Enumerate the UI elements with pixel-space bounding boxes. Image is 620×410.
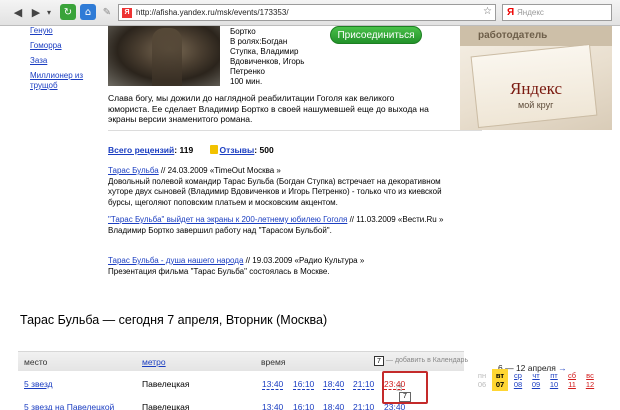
otzyvy-count: : 500 [254,145,274,155]
day-tue-today: вт 07 [492,369,508,391]
hand-cursor-icon: ☝ [396,381,403,394]
add-to-calendar-link[interactable]: — добавить в Календарь [386,357,468,364]
day-name: вт [495,371,505,380]
search-input[interactable]: Я Яндекс [502,4,612,21]
sidebar-item-gomorra[interactable]: Гоморра [30,41,105,51]
meta-line: 100 мин. [230,77,263,86]
meta-line: В ролях:Богдан [230,37,288,46]
column-metro[interactable]: метро [142,357,166,367]
join-button[interactable]: Присоединиться [330,26,422,44]
yandex-ad-banner[interactable]: работодатель Яндекс мой круг [460,26,612,130]
review-source: // 24.03.2009 «TimeOut Москва » [158,166,281,175]
yandex-search-logo: Я [507,7,515,18]
day-number: 08 [513,380,523,389]
pen-icon[interactable]: ✎ [99,4,115,20]
review-source: // 19.03.2009 «Радио Культура » [243,256,365,265]
review-link[interactable]: Тарас Бульба [108,166,159,175]
day-fri[interactable]: пт 10 [546,371,562,389]
review-text: Презентация фильма "Тарас Бульба" состоя… [108,266,330,276]
star-icon[interactable]: ☆ [483,6,492,17]
movie-description: Слава богу, мы дожили до наглядной реаби… [108,93,429,124]
day-number: 10 [549,380,559,389]
day-mon: пн 06 [474,371,490,389]
all-reviews-link[interactable]: Всего рецензий [108,145,174,155]
address-bar[interactable]: Я http://afisha.yandex.ru/msk/events/173… [118,4,496,21]
review-item: Тарас Бульба // 24.03.2009 «TimeOut Моск… [108,166,448,208]
meta-line: Бортко [230,27,256,36]
cinema-link[interactable]: 5 звезд на Павелецкой [24,402,114,410]
meta-line: Петренко [230,67,265,76]
sidebar-item-genuya[interactable]: Геную [30,26,105,36]
reviews-count: : 119 [174,145,194,155]
showtime-link[interactable]: 16:10 [293,379,315,390]
cinema-link[interactable]: 5 звезд [24,379,53,389]
sidebar-item-zaza[interactable]: Заза [30,56,105,66]
review-item: "Тарас Бульба" выйдет на экраны к 200-ле… [108,215,448,236]
search-placeholder: Яндекс [517,8,544,17]
dropdown-icon[interactable]: ▾ [44,4,54,20]
url-text[interactable]: http://afisha.yandex.ru/msk/events/17335… [136,8,289,17]
meta-line: Вдовиченков, Игорь [230,57,305,66]
day-sun[interactable]: вс 12 [582,371,598,389]
day-name: ср [514,371,522,380]
showtime-link[interactable]: 21:10 [353,402,374,410]
reload-icon[interactable]: ↻ [60,4,76,20]
day-thu[interactable]: чт 09 [528,371,544,389]
ad-subtitle: мой круг [518,100,554,110]
day-name: пт [550,371,558,380]
favicon: Я [122,8,132,18]
feedback-icon [209,145,218,154]
day-name: сб [567,371,577,380]
meta-line: Ступка, Владимир [230,47,299,56]
showtime-link[interactable]: 16:10 [293,402,314,410]
showtimes-title: Тарас Бульба — сегодня 7 апреля, Вторник… [20,313,328,327]
day-number: 09 [531,380,541,389]
ad-logo: Яндекс [510,79,563,98]
showtime-link[interactable]: 18:40 [323,379,345,390]
column-time: время [261,357,286,367]
reviews-header: Всего рецензий: 119 Отзывы: 500 [108,145,274,155]
column-place: место [24,357,48,367]
showtime-link[interactable]: 13:40 [262,379,284,390]
movie-meta: Бортко В ролях:Богдан Ступка, Владимир В… [230,27,330,87]
showtime-link[interactable]: 21:10 [353,379,375,390]
calendar-icon[interactable]: 7 [374,356,384,366]
sidebar: Геную Гоморра Заза Миллионер из трущоб [30,26,105,96]
review-link[interactable]: Тарас Бульба - душа нашего народа [108,256,243,265]
metro-name: Павелецкая [142,402,190,410]
day-wed[interactable]: ср 08 [510,371,526,389]
review-item: Тарас Бульба - душа нашего народа // 19.… [108,256,448,277]
back-icon[interactable]: ◀ [10,4,26,20]
day-name: пн [477,371,487,380]
day-sat[interactable]: сб 11 [564,371,580,389]
review-text: Довольный полевой командир Тарас Бульба … [108,176,442,207]
movie-poster [108,26,220,86]
ad-top-text: работодатель [478,30,548,41]
day-name: чт [532,371,540,380]
day-name: вс [586,371,594,380]
home-icon[interactable]: ⌂ [80,4,96,20]
review-source: // 11.03.2009 «Вести.Ru » [347,215,444,224]
otzyvy-link[interactable]: Отзывы [220,145,255,155]
browser-toolbar: ◀ ▶ ▾ ↻ ⌂ ✎ Я http://afisha.yandex.ru/ms… [0,0,620,26]
metro-name: Павелецкая [142,379,190,389]
day-number: 06 [477,380,487,389]
divider [108,130,482,131]
showtime-link[interactable]: 13:40 [262,402,283,410]
review-link[interactable]: "Тарас Бульба" выйдет на экраны к 200-ле… [108,215,347,224]
forward-icon[interactable]: ▶ [28,4,44,20]
sidebar-item-millioner[interactable]: Миллионер из трущоб [30,71,105,91]
review-text: Владимир Бортко завершил работу над "Тар… [108,225,332,235]
day-number: 11 [568,380,576,389]
day-number: 12 [585,380,595,389]
day-number: 07 [495,380,505,389]
showtime-link[interactable]: 18:40 [323,402,344,410]
